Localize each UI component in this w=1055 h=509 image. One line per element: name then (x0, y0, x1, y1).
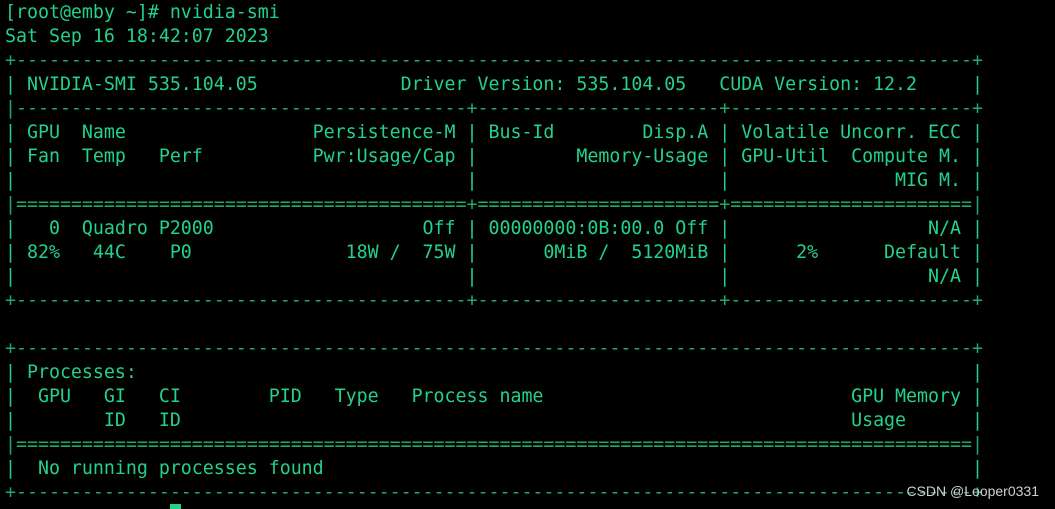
gpu-header-line-2: | Fan Temp Perf Pwr:Usage/Cap | Memory-U… (5, 146, 983, 167)
terminal-cursor (170, 504, 181, 509)
watermark-text: CSDN @Looper0331 (906, 483, 1039, 499)
processes-top-border: +---------------------------------------… (5, 338, 983, 359)
processes-title-line: | Processes: | (5, 362, 983, 383)
gpu-header-line-1: | GPU Name Persistence-M | Bus-Id Disp.A… (5, 122, 983, 143)
table-bottom-border: +---------------------------------------… (5, 290, 983, 311)
no-processes-line: | No running processes found | (5, 458, 983, 479)
version-info-line: | NVIDIA-SMI 535.104.05 Driver Version: … (5, 74, 983, 95)
gpu-row-line-3: | | | N/A | (5, 266, 983, 287)
terminal-output[interactable]: [root@emby ~]# nvidia-smi Sat Sep 16 18:… (5, 0, 1055, 509)
processes-bottom-border: +---------------------------------------… (5, 482, 983, 503)
table-top-border: +---------------------------------------… (5, 50, 983, 71)
gpu-row-line-2: | 82% 44C P0 18W / 75W | 0MiB / 5120MiB … (5, 242, 983, 263)
header-divider: |=======================================… (5, 194, 983, 215)
gpu-row-line-1: | 0 Quadro P2000 Off | 00000000:0B:00.0 … (5, 218, 983, 239)
timestamp-line: Sat Sep 16 18:42:07 2023 (5, 26, 269, 47)
processes-divider: |=======================================… (5, 434, 983, 455)
gpu-header-line-3: | | | MIG M. | (5, 170, 983, 191)
processes-header-line-1: | GPU GI CI PID Type Process name GPU Me… (5, 386, 983, 407)
table-separator: |---------------------------------------… (5, 98, 983, 119)
processes-header-line-2: | ID ID Usage | (5, 410, 983, 431)
shell-prompt-line: [root@emby ~]# nvidia-smi (5, 2, 280, 23)
